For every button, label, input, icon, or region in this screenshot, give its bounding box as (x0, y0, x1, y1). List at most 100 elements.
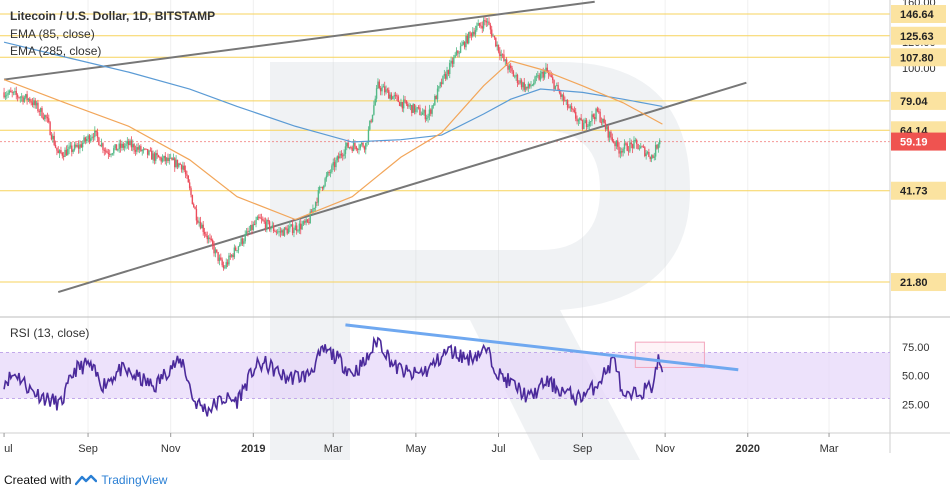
candle-body (240, 238, 242, 245)
candle-body (27, 98, 30, 101)
candle-body (629, 142, 631, 152)
candle-body (426, 117, 428, 120)
candle-body (15, 91, 17, 95)
candle-body (146, 149, 149, 155)
candle-body (474, 30, 477, 35)
candle-body (258, 216, 260, 218)
candle-body (46, 117, 49, 119)
candle-body (518, 82, 520, 84)
candle-body (499, 51, 501, 57)
candle-body (393, 95, 395, 97)
candle-body (14, 91, 16, 92)
candle-body (121, 143, 123, 148)
chart-canvas[interactable]: 160.00120.00100.00146.64125.63107.8079.0… (0, 0, 950, 500)
candle-body (123, 145, 126, 148)
candle-body (543, 70, 546, 78)
candle-body (84, 137, 87, 142)
candle-body (346, 142, 348, 147)
footer-brand[interactable]: TradingView (101, 473, 167, 487)
candle-body (612, 141, 615, 143)
candle-body (585, 120, 588, 128)
candle-body (203, 231, 206, 234)
candle-body (652, 155, 654, 158)
candle-body (504, 59, 506, 61)
candle-body (336, 156, 339, 161)
candle-body (3, 92, 5, 98)
candle-body (4, 95, 7, 98)
candle-body (427, 115, 429, 118)
candle-body (470, 33, 473, 37)
candle-body (657, 144, 660, 149)
candle-body (583, 123, 585, 130)
tradingview-logo-icon (75, 474, 98, 486)
chart-title: Litecoin / U.S. Dollar, 1D, BITSTAMP (10, 9, 216, 23)
candle-body (241, 238, 244, 244)
candle-body (56, 147, 58, 151)
candle-body (159, 157, 161, 159)
candle-body (45, 115, 47, 118)
candle-body (500, 54, 502, 57)
candle-body (556, 85, 558, 86)
candle-body (119, 143, 122, 148)
candle-body (491, 29, 493, 37)
candle-body (22, 96, 24, 102)
candle-body (332, 162, 334, 166)
candle-body (492, 35, 494, 37)
candle-body (337, 156, 340, 159)
time-axis-tick: May (405, 443, 426, 455)
candle-body (6, 94, 8, 96)
candle-body (178, 163, 180, 167)
candle-body (409, 105, 412, 106)
candle-body (226, 262, 229, 265)
candle-body (98, 137, 100, 146)
candle-body (615, 140, 618, 147)
candle-body (519, 80, 521, 83)
candle-body (294, 225, 297, 231)
candle-body (278, 231, 280, 233)
candle-body (179, 163, 181, 165)
candle-body (369, 120, 371, 130)
candle-body (503, 54, 505, 61)
candle-body (318, 186, 321, 191)
candle-body (379, 87, 382, 92)
candle-body (222, 265, 225, 269)
candle-body (90, 138, 92, 142)
candle-body (253, 224, 256, 225)
candle-body (531, 84, 534, 86)
rsi-axis-tick: 75.00 (902, 342, 930, 354)
candle-body (486, 21, 489, 23)
candle-body (325, 175, 328, 179)
candle-body (37, 102, 39, 112)
candle-body (80, 144, 82, 148)
candle-body (10, 90, 12, 93)
candle-body (434, 96, 436, 106)
candle-body (283, 227, 286, 236)
candle-body (648, 152, 650, 157)
time-axis-tick: 2019 (241, 443, 265, 455)
candle-body (81, 143, 84, 148)
candle-body (640, 146, 642, 149)
candle-body (92, 136, 95, 138)
time-axis-tick: Jul (491, 443, 505, 455)
candle-body (351, 147, 353, 151)
candle-body (381, 87, 383, 92)
candle-body (314, 202, 317, 208)
candle-body (72, 149, 74, 152)
candle-body (19, 97, 22, 99)
candle-body (267, 220, 269, 222)
candle-body (271, 225, 273, 228)
candle-body (378, 81, 380, 88)
candle-body (588, 121, 590, 127)
candle-body (524, 86, 527, 90)
candle-body (157, 155, 160, 158)
rsi-axis-tick: 50.00 (902, 371, 930, 383)
candle-body (416, 107, 418, 109)
candle-body (323, 185, 325, 189)
candle-body (339, 153, 341, 159)
candle-body (593, 117, 596, 120)
candle-body (560, 92, 562, 97)
candle-body (62, 155, 65, 157)
candle-body (60, 150, 62, 153)
candle-body (570, 106, 573, 109)
candle-body (581, 120, 584, 130)
